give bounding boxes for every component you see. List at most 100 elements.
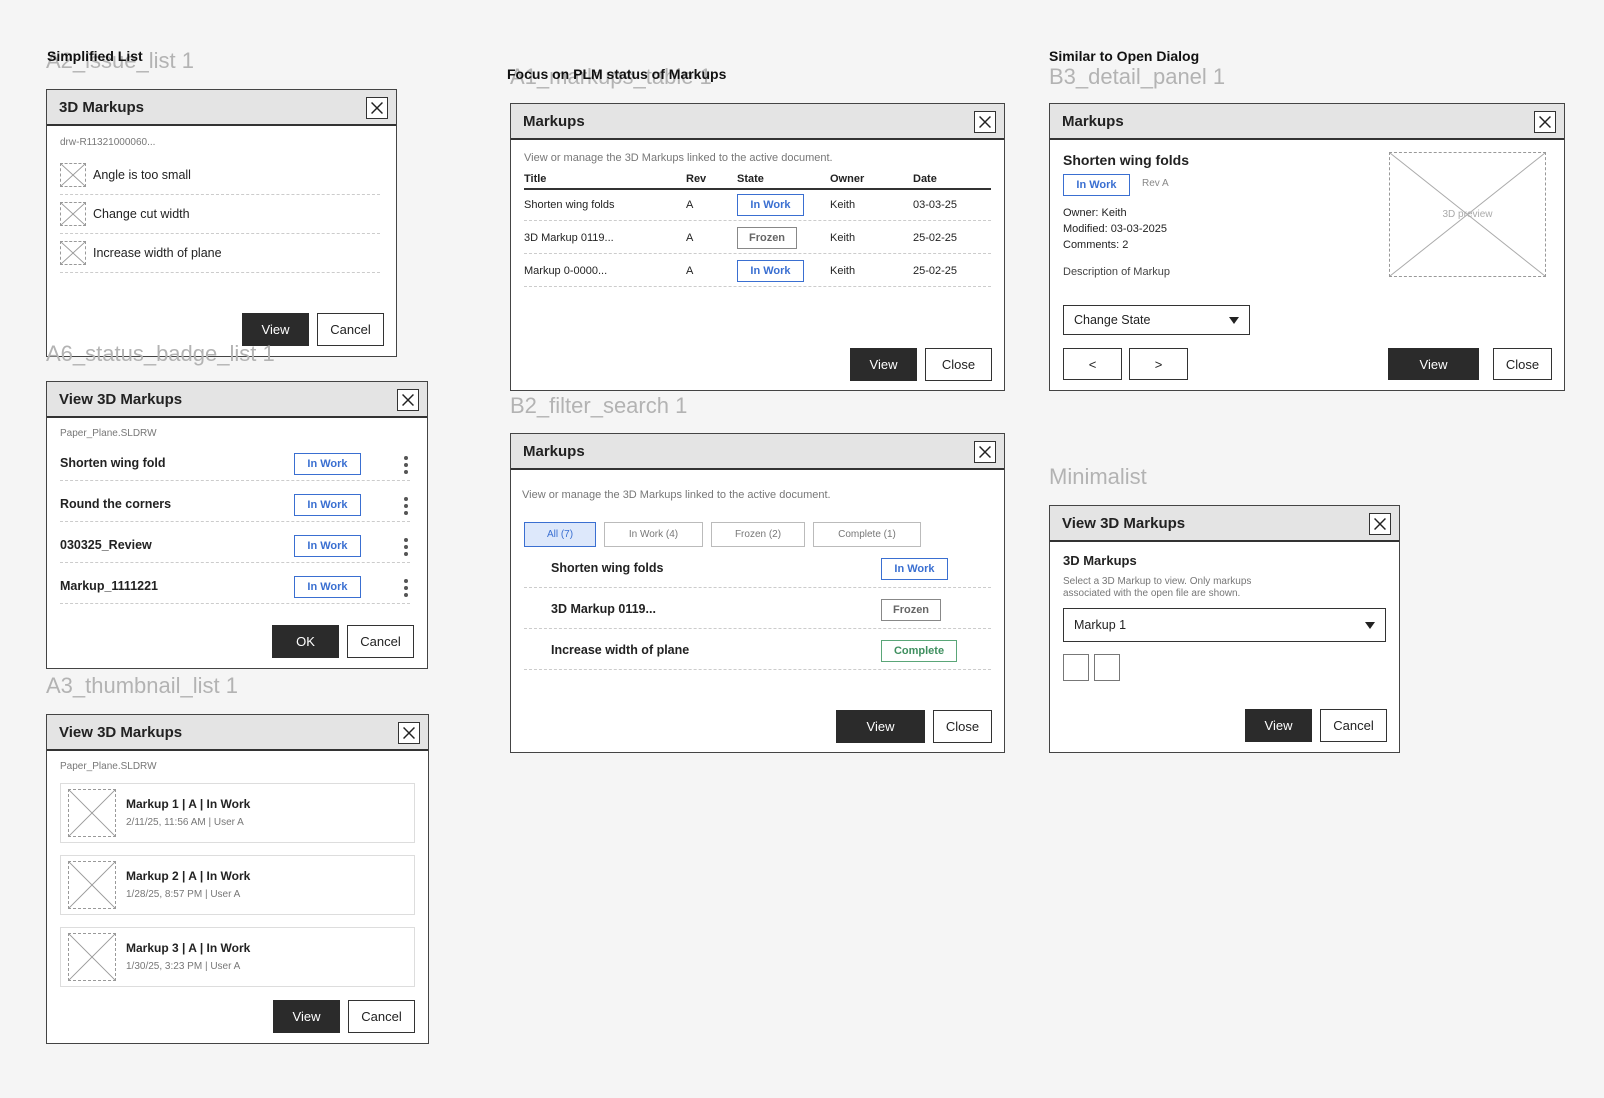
cancel-button[interactable]: Cancel <box>317 313 384 346</box>
status-badge: In Work <box>1063 174 1130 196</box>
image-placeholder-icon <box>60 202 86 226</box>
help-text-line-2: associated with the open file are shown. <box>1063 588 1241 599</box>
list-item[interactable]: Angle is too small <box>93 168 191 182</box>
filter-chip-frozen[interactable]: Frozen (2) <box>711 522 805 547</box>
column-header-title[interactable]: Title <box>524 173 546 185</box>
column-header-owner[interactable]: Owner <box>830 173 864 185</box>
view-button[interactable]: View <box>1245 709 1312 742</box>
ok-button[interactable]: OK <box>272 625 339 658</box>
list-item-name[interactable]: 030325_Review <box>60 538 152 552</box>
cell-title[interactable]: 3D Markup 0119... <box>524 232 614 244</box>
view-button[interactable]: View <box>1388 348 1479 380</box>
minimalist-dialog: View 3D Markups 3D Markups Select a 3D M… <box>1049 505 1400 753</box>
header-divider <box>524 188 991 190</box>
list-item[interactable]: Markup 3 | A | In Work 1/30/25, 3:23 PM … <box>60 927 415 987</box>
divider <box>524 587 991 588</box>
status-badge-list-dialog: View 3D Markups Paper_Plane.SLDRW Shorte… <box>46 381 428 669</box>
close-button[interactable]: Close <box>1493 348 1552 380</box>
cell-rev: A <box>686 265 694 277</box>
owner: Owner: Keith <box>1063 207 1127 219</box>
list-item-name[interactable]: Shorten wing fold <box>60 456 166 470</box>
column-header-state[interactable]: State <box>737 173 764 185</box>
cell-date: 03-03-25 <box>913 199 958 211</box>
kebab-menu-icon[interactable] <box>404 497 408 515</box>
thumbnail-list-dialog: View 3D Markups Paper_Plane.SLDRW Markup… <box>46 714 429 1044</box>
chevron-down-icon <box>1365 622 1375 629</box>
dialog-title: Markups <box>523 112 585 130</box>
thumbnail-slot[interactable] <box>1063 654 1089 681</box>
dialog-title: View 3D Markups <box>59 390 183 408</box>
markup-title: Markup 2 | A | In Work <box>126 869 251 883</box>
file-name: Paper_Plane.SLDRW <box>60 761 157 772</box>
status-badge: Complete <box>881 640 957 662</box>
list-item-name[interactable]: Markup_1111221 <box>60 579 158 593</box>
filter-chip-complete[interactable]: Complete (1) <box>813 522 921 547</box>
dialog-header: Markups <box>511 434 1004 470</box>
list-item-name[interactable]: Increase width of plane <box>551 643 689 657</box>
preview-label: 3D preview <box>1442 209 1493 220</box>
view-button[interactable]: View <box>836 710 925 743</box>
markup-meta: 2/11/25, 11:56 AM | User A <box>126 817 244 828</box>
image-placeholder-icon <box>60 163 86 187</box>
help-text-line-1: Select a 3D Markup to view. Only markups <box>1063 576 1252 587</box>
markups-table-dialog: Markups View or manage the 3D Markups li… <box>510 103 1005 391</box>
file-name: drw-R11321000060... <box>60 137 156 148</box>
filter-chip-all[interactable]: All (7) <box>524 522 596 547</box>
note-plm-focus: Focus on PLM status of Markups <box>507 66 727 82</box>
close-icon[interactable] <box>397 389 419 411</box>
close-icon[interactable] <box>366 97 388 119</box>
close-button[interactable]: Close <box>933 710 992 743</box>
close-icon[interactable] <box>1534 111 1556 133</box>
cancel-button[interactable]: Cancel <box>347 625 414 658</box>
close-icon[interactable] <box>1369 513 1391 535</box>
view-button[interactable]: View <box>273 1000 340 1033</box>
list-item[interactable]: Increase width of plane <box>93 246 222 260</box>
thumbnail-slot[interactable] <box>1094 654 1120 681</box>
list-item-name[interactable]: 3D Markup 0119... <box>551 602 656 616</box>
cancel-button[interactable]: Cancel <box>348 1000 415 1033</box>
issue-list-dialog: 3D Markups drw-R11321000060... Angle is … <box>46 89 397 357</box>
status-badge: In Work <box>294 535 361 557</box>
dialog-title: Markups <box>523 442 585 460</box>
markup-name: Shorten wing folds <box>1063 152 1189 168</box>
list-item[interactable]: Markup 1 | A | In Work 2/11/25, 11:56 AM… <box>60 783 415 843</box>
divider <box>60 521 410 522</box>
filter-chip-in-work[interactable]: In Work (4) <box>604 522 703 547</box>
detail-panel-dialog: Markups Shorten wing folds In Work Rev A… <box>1049 103 1565 391</box>
list-item[interactable]: Change cut width <box>93 207 190 221</box>
note-open-dialog: Similar to Open Dialog <box>1049 48 1200 64</box>
column-header-rev[interactable]: Rev <box>686 173 706 185</box>
kebab-menu-icon[interactable] <box>404 456 408 474</box>
close-icon[interactable] <box>974 441 996 463</box>
next-button[interactable]: > <box>1129 348 1188 380</box>
comments: Comments: 2 <box>1063 239 1129 251</box>
image-placeholder-icon: 3D preview <box>1389 152 1546 277</box>
close-icon[interactable] <box>398 722 420 744</box>
image-placeholder-icon <box>68 789 116 837</box>
frame-label-a6: A6_status_badge_list 1 <box>46 341 275 366</box>
list-item[interactable]: Markup 2 | A | In Work 1/28/25, 8:57 PM … <box>60 855 415 915</box>
kebab-menu-icon[interactable] <box>404 579 408 597</box>
kebab-menu-icon[interactable] <box>404 538 408 556</box>
close-button[interactable]: Close <box>925 348 992 381</box>
cell-title[interactable]: Markup 0-0000... <box>524 265 607 277</box>
divider <box>60 233 380 234</box>
previous-button[interactable]: < <box>1063 348 1122 380</box>
divider <box>524 669 991 670</box>
markup-select[interactable]: Markup 1 <box>1063 608 1386 642</box>
dialog-header: View 3D Markups <box>47 715 428 751</box>
dialog-title: View 3D Markups <box>1062 514 1186 532</box>
markup-meta: 1/28/25, 8:57 PM | User A <box>126 889 241 900</box>
cell-rev: A <box>686 232 694 244</box>
cell-title[interactable]: Shorten wing folds <box>524 199 615 211</box>
close-icon[interactable] <box>974 111 996 133</box>
markup-meta: 1/30/25, 3:23 PM | User A <box>126 961 241 972</box>
description: Description of Markup <box>1063 266 1170 278</box>
cancel-button[interactable]: Cancel <box>1320 709 1387 742</box>
view-button[interactable]: View <box>850 348 917 381</box>
column-header-date[interactable]: Date <box>913 173 937 185</box>
change-state-dropdown[interactable]: Change State <box>1063 305 1250 335</box>
dialog-header: View 3D Markups <box>47 382 427 418</box>
list-item-name[interactable]: Round the corners <box>60 497 171 511</box>
list-item-name[interactable]: Shorten wing folds <box>551 561 664 575</box>
